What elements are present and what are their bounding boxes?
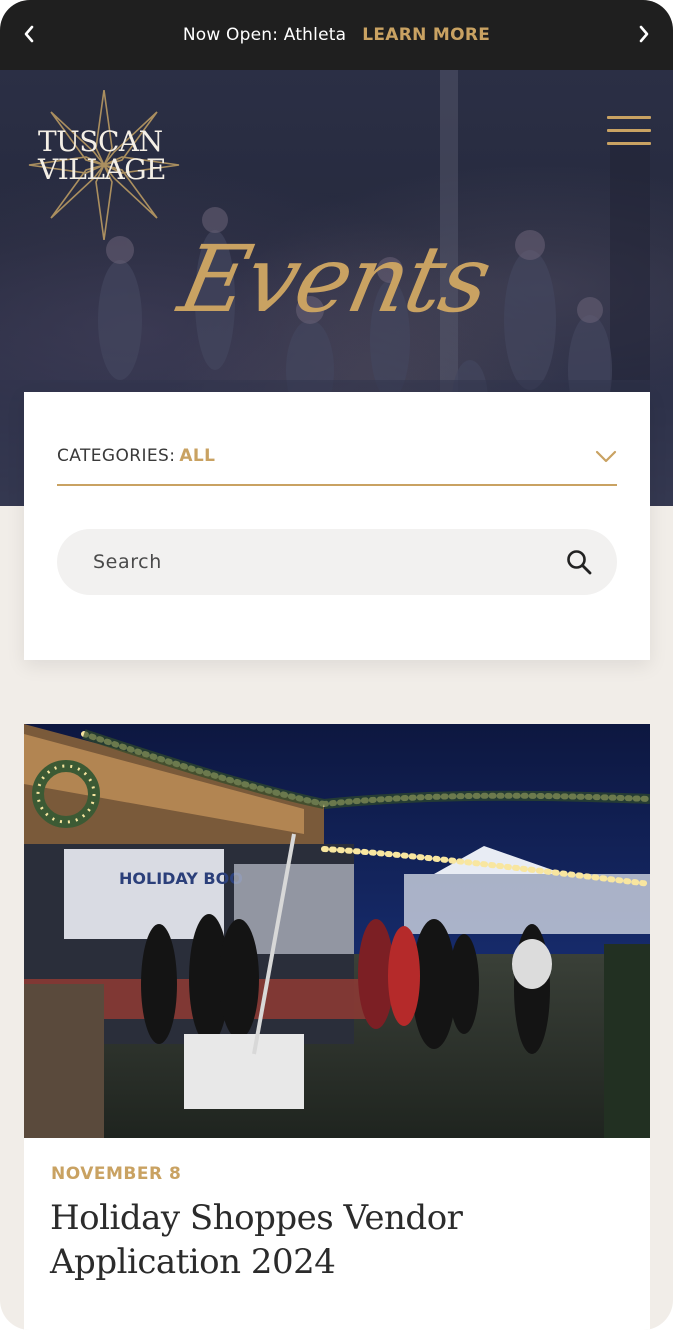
categories-dropdown[interactable]: CATEGORIES: ALL [57, 432, 617, 486]
announcement-bar: Now Open: Athleta LEARN MORE [0, 0, 673, 70]
search-input[interactable] [57, 529, 557, 595]
chevron-right-icon [639, 25, 649, 43]
page-title: Events [170, 226, 499, 333]
categories-selected-value: ALL [179, 446, 216, 466]
hamburger-icon [607, 116, 651, 119]
hamburger-icon-line [607, 142, 651, 145]
event-date: NOVEMBER 8 [51, 1164, 182, 1184]
event-card: HOLIDAY BOO NOVEMBER 8 Holiday Shoppes V… [24, 724, 650, 1330]
event-image[interactable]: HOLIDAY BOO [24, 724, 650, 1138]
holiday-market-photo: HOLIDAY BOO [24, 724, 650, 1138]
next-announcement-button[interactable] [624, 14, 664, 54]
booth-sign-text: HOLIDAY BOO [119, 869, 243, 888]
announcement-message: Now Open: Athleta [182, 25, 347, 45]
categories-label: CATEGORIES: ALL [57, 446, 215, 466]
logo-line-2: VILLAGE [38, 153, 167, 186]
phone-frame: Now Open: Athleta LEARN MORE TUSCAN VILL… [0, 0, 673, 1330]
learn-more-link[interactable]: LEARN MORE [362, 25, 490, 45]
filter-panel: CATEGORIES: ALL [24, 392, 650, 660]
menu-button[interactable] [607, 116, 651, 146]
prev-announcement-button[interactable] [9, 14, 49, 54]
hamburger-icon-line [607, 129, 651, 132]
chevron-left-icon [24, 25, 34, 43]
chevron-down-icon [595, 450, 617, 463]
categories-label-text: CATEGORIES: [57, 446, 176, 466]
logo-line-1: TUSCAN [38, 125, 163, 158]
tuscan-village-logo[interactable]: TUSCAN VILLAGE [24, 90, 184, 240]
logo-wordmark: TUSCAN VILLAGE [38, 125, 167, 186]
event-title-link[interactable]: Holiday Shoppes Vendor Application 2024 [50, 1196, 610, 1284]
search-icon[interactable] [565, 548, 593, 576]
search-bar [57, 529, 617, 595]
